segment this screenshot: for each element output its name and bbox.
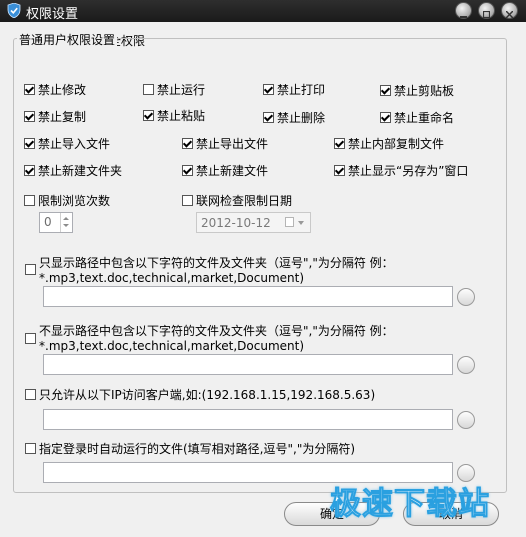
checkbox-box[interactable]: [25, 443, 36, 454]
limit-views-checkbox[interactable]: 限制浏览次数: [24, 192, 110, 209]
exclude-filter-line2: *.mp3,text.doc,technical,market,Document…: [39, 339, 305, 353]
checkbox-box[interactable]: [380, 85, 391, 96]
checkbox-box[interactable]: [182, 165, 193, 176]
perm-disable-print[interactable]: 禁止打印: [263, 81, 325, 98]
perm-disable-delete[interactable]: 禁止删除: [263, 109, 325, 126]
ip-access-browse-button[interactable]: [457, 411, 475, 429]
perm-label: 禁止打印: [277, 83, 326, 97]
title-bar: 权限设置: [0, 0, 526, 22]
perm-disable-export[interactable]: 禁止导出文件: [182, 135, 268, 152]
checkbox-box[interactable]: [143, 84, 154, 95]
exclude-filter-browse-button[interactable]: [457, 356, 475, 374]
checkbox-box[interactable]: [143, 110, 154, 121]
perm-label: 禁止复制: [38, 110, 87, 124]
checkbox-box[interactable]: [25, 389, 36, 400]
spinner-arrows[interactable]: [60, 213, 72, 232]
perm-label: 禁止删除: [277, 111, 326, 125]
checkbox-box[interactable]: [334, 138, 345, 149]
autorun-checkbox[interactable]: 指定登录时自动运行的文件(填写相对路径,逗号","为分隔符): [25, 440, 355, 457]
minimize-button[interactable]: [455, 2, 472, 19]
exclude-filter-line1: 不显示路径中包含以下字符的文件及文件夹（逗号","为分隔符 例：: [39, 324, 394, 338]
perm-disable-paste[interactable]: 禁止粘贴: [143, 107, 205, 124]
perm-label: 禁止重命名: [394, 111, 455, 125]
perm-disable-save-as[interactable]: 禁止显示“另存为”窗口: [334, 162, 468, 179]
online-date-checkbox[interactable]: 联网检查限制日期: [182, 192, 292, 209]
minimize-icon: [460, 7, 467, 18]
perm-label: 禁止粘贴: [157, 109, 206, 123]
perm-disable-new-file[interactable]: 禁止新建文件: [182, 162, 268, 179]
date-value: 2012-10-12: [201, 216, 271, 230]
include-filter-input[interactable]: [43, 286, 453, 307]
perm-label: 禁止导入文件: [38, 137, 111, 151]
perm-label: 禁止内部复制文件: [348, 137, 445, 151]
perm-label: 禁止运行: [157, 83, 206, 97]
checkbox-box[interactable]: [24, 84, 35, 95]
autorun-label: 指定登录时自动运行的文件(填写相对路径,逗号","为分隔符): [39, 442, 356, 456]
perm-label: 禁止剪贴板: [394, 84, 455, 98]
shield-icon: [7, 3, 21, 18]
close-button[interactable]: [501, 2, 518, 19]
maximize-button[interactable]: [478, 2, 495, 19]
ip-access-checkbox[interactable]: 只允许从以下IP访问客户端,如:(192.168.1.15,192.168.5.…: [25, 386, 375, 403]
include-filter-line1: 只显示路径中包含以下字符的文件及文件夹（逗号","为分隔符 例：: [39, 256, 394, 270]
checkbox-box[interactable]: [263, 84, 274, 95]
exclude-filter-description: 不显示路径中包含以下字符的文件及文件夹（逗号","为分隔符 例： *.mp3,t…: [39, 324, 394, 354]
perm-disable-modify[interactable]: 禁止修改: [24, 81, 86, 98]
checkbox-box[interactable]: [182, 138, 193, 149]
limit-views-label: 限制浏览次数: [38, 194, 111, 208]
perm-disable-run[interactable]: 禁止运行: [143, 81, 205, 98]
checkbox-box[interactable]: [263, 112, 274, 123]
arrow-down-icon[interactable]: [63, 224, 69, 227]
include-filter-description: 只显示路径中包含以下字符的文件及文件夹（逗号","为分隔符 例： *.mp3,t…: [39, 256, 394, 286]
maximize-icon: [482, 7, 491, 19]
perm-disable-internal-copy[interactable]: 禁止内部复制文件: [334, 135, 444, 152]
perm-disable-new-folder[interactable]: 禁止新建文件夹: [24, 162, 122, 179]
checkbox-box[interactable]: [380, 112, 391, 123]
watermark-logo: 极速下载站: [330, 486, 490, 523]
perm-label: 禁止导出文件: [196, 137, 269, 151]
checkbox-box[interactable]: [334, 165, 345, 176]
perm-disable-import[interactable]: 禁止导入文件: [24, 135, 110, 152]
include-filter-checkbox[interactable]: [25, 264, 36, 275]
chevron-down-icon[interactable]: [298, 221, 304, 225]
exclude-filter-input[interactable]: [43, 354, 453, 375]
arrow-up-icon[interactable]: [63, 217, 69, 220]
perm-disable-clipboard[interactable]: 禁止剪贴板: [380, 82, 454, 99]
view-count-spinner[interactable]: 0: [39, 212, 73, 233]
checkbox-box[interactable]: [24, 111, 35, 122]
checkbox-box[interactable]: [24, 195, 35, 206]
perm-disable-copy[interactable]: 禁止复制: [24, 108, 86, 125]
include-filter-line2: *.mp3,text.doc,technical,market,Document…: [39, 271, 305, 285]
ip-access-input[interactable]: [43, 409, 453, 430]
checkbox-box[interactable]: [24, 138, 35, 149]
perm-label: 禁止修改: [38, 83, 87, 97]
date-picker[interactable]: 2012-10-12: [196, 212, 311, 233]
window-title: 权限设置: [26, 7, 79, 22]
checkbox-box[interactable]: [24, 165, 35, 176]
exclude-filter-checkbox[interactable]: [25, 333, 36, 344]
view-count-value: 0: [44, 215, 52, 229]
include-filter-browse-button[interactable]: [457, 288, 475, 306]
checkbox-box[interactable]: [182, 195, 193, 206]
ip-access-label: 只允许从以下IP访问客户端,如:(192.168.1.15,192.168.5.…: [39, 388, 376, 402]
perm-disable-rename[interactable]: 禁止重命名: [380, 109, 454, 126]
calendar-icon[interactable]: [285, 217, 294, 227]
online-date-label: 联网检查限制日期: [196, 194, 293, 208]
close-icon: [505, 7, 514, 19]
perm-label: 禁止新建文件夹: [38, 164, 123, 178]
perm-label: 禁止显示“另存为”窗口: [348, 164, 469, 178]
perm-label: 禁止新建文件: [196, 164, 269, 178]
group-title: 普通用户权限设置: [17, 31, 118, 48]
